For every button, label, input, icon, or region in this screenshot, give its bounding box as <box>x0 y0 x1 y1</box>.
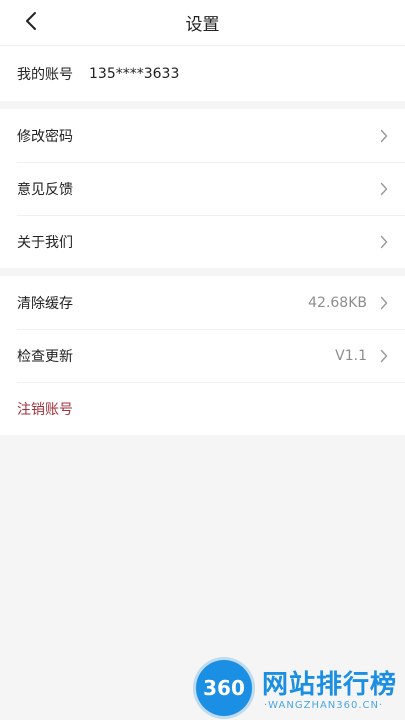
about-us-label: 关于我们 <box>17 234 73 251</box>
page-title: 设置 <box>185 15 220 35</box>
section-divider <box>0 268 405 276</box>
about-us-row[interactable]: 关于我们 <box>0 215 405 268</box>
delete-account-row[interactable]: 注销账号 <box>0 382 405 435</box>
settings-group-2: 清除缓存 42.68KB 检查更新 V1.1 注销账号 <box>0 276 405 435</box>
settings-group-1: 修改密码 意见反馈 关于我们 <box>0 109 405 268</box>
account-value: 135****3633 <box>89 65 180 82</box>
chevron-right-icon <box>379 128 389 144</box>
header-bar: 设置 <box>0 0 405 46</box>
watermark-badge: 360 <box>196 660 252 716</box>
change-password-row[interactable]: 修改密码 <box>0 109 405 162</box>
cache-size-value: 42.68KB <box>308 294 367 311</box>
change-password-label: 修改密码 <box>17 128 73 145</box>
chevron-right-icon <box>379 181 389 197</box>
watermark-subtitle: ·WANGZHAN360.CN· <box>264 700 384 711</box>
chevron-right-icon <box>379 295 389 311</box>
feedback-label: 意见反馈 <box>17 181 73 198</box>
clear-cache-row[interactable]: 清除缓存 42.68KB <box>0 276 405 329</box>
watermark-title: 网站排行榜 <box>262 670 398 700</box>
account-row: 我的账号 135****3633 <box>0 46 405 101</box>
feedback-row[interactable]: 意见反馈 <box>0 162 405 215</box>
clear-cache-label: 清除缓存 <box>17 295 73 312</box>
check-update-row[interactable]: 检查更新 V1.1 <box>0 329 405 382</box>
chevron-left-icon <box>26 12 36 30</box>
chevron-right-icon <box>379 234 389 250</box>
section-divider <box>0 101 405 109</box>
delete-account-label: 注销账号 <box>17 401 73 418</box>
version-value: V1.1 <box>335 347 367 364</box>
check-update-label: 检查更新 <box>17 348 73 365</box>
back-button[interactable] <box>16 6 46 36</box>
account-label: 我的账号 <box>17 66 73 83</box>
chevron-right-icon <box>379 348 389 364</box>
account-group: 我的账号 135****3633 <box>0 46 405 101</box>
watermark-logo: 360 网站排行榜 ·WANGZHAN360.CN· <box>196 660 405 720</box>
